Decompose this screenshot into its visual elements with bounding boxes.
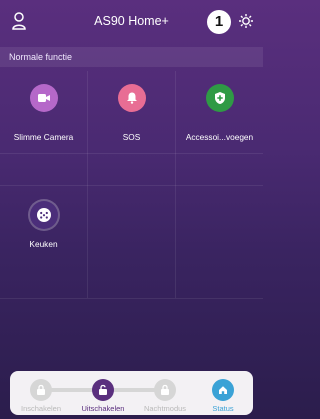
home-icon [212,379,234,401]
tile-sos[interactable]: SOS [88,71,175,153]
bell-icon [118,84,146,112]
shield-plus-icon [206,84,234,112]
grid-divider [0,153,263,154]
mode-label: Nachtmodus [143,404,187,413]
unlock-icon [92,379,114,401]
mode-label: Status [212,404,234,413]
step-badge: 1 [207,10,231,34]
lock-icon [154,379,176,401]
tile-label: SOS [122,132,141,142]
top-bar: AS90 Home+ 1 [0,0,263,42]
lock-icon [30,379,52,401]
grid-divider [0,298,263,299]
mode-nachtmodus[interactable]: Nachtmodus [135,371,195,415]
mode-label: Inschakelen [20,404,62,413]
mode-switcher: Inschakelen Uitschakelen Nachtmodus Stat… [10,371,253,415]
video-camera-icon [30,84,58,112]
mode-uitschakelen[interactable]: Uitschakelen [73,371,133,415]
tile-accessoire-toevoegen[interactable]: Accessoi...voegen [176,71,263,153]
tile-label: Keuken [29,239,58,249]
outlet-icon [30,201,58,229]
tile-label: Slimme Camera [13,132,74,142]
mode-status[interactable]: Status [193,371,253,415]
tile-slimme-camera[interactable]: Slimme Camera [0,71,87,153]
section-label: Normale functie [0,47,263,67]
mode-label: Uitschakelen [81,404,125,413]
tile-keuken[interactable]: Keuken [0,186,87,298]
tile-label: Accessoi...voegen [185,132,254,142]
mode-inschakelen[interactable]: Inschakelen [11,371,71,415]
gear-icon[interactable] [238,13,254,29]
